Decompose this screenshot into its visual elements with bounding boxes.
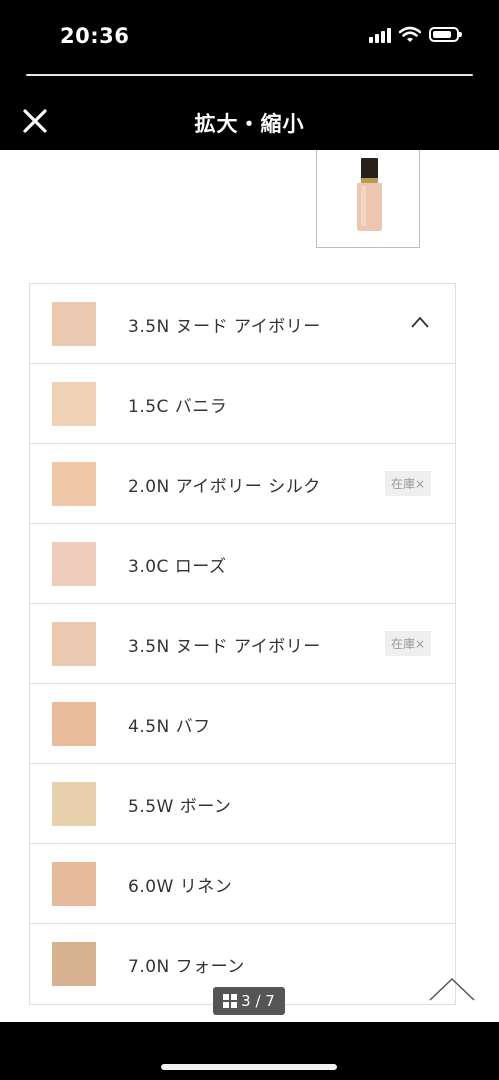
shade-option[interactable]: 5.5W ボーン (30, 764, 455, 844)
home-indicator (161, 1064, 337, 1070)
out-of-stock-badge: 在庫× (384, 471, 431, 496)
shade-label: 7.0N フォーン (128, 957, 245, 977)
selected-shade-label: 3.5N ヌード アイボリー (128, 317, 321, 337)
wifi-icon (399, 26, 421, 42)
shade-swatch (52, 382, 96, 426)
selected-shade-dropdown[interactable]: 3.5N ヌード アイボリー (30, 284, 455, 364)
shade-label: 1.5C バニラ (128, 397, 228, 417)
grid-icon (223, 994, 238, 1008)
shade-label: 6.0W リネン (128, 877, 233, 897)
shade-option[interactable]: 4.5N バフ (30, 684, 455, 764)
status-icons (369, 26, 462, 43)
scroll-top-button[interactable] (428, 976, 476, 1002)
page-title: 拡大・縮小 (194, 112, 305, 136)
phone-screen: 20:36 拡大・縮小 3.5N ヌード アイボリー 1.5C バニラ 2.0N… (0, 0, 499, 1080)
shade-option[interactable]: 6.0W リネン (30, 844, 455, 924)
foundation-bottle-icon (357, 158, 382, 231)
zoom-content: 3.5N ヌード アイボリー 1.5C バニラ 2.0N アイボリー シルク 在… (0, 150, 499, 1022)
status-bar: 20:36 (0, 0, 499, 76)
shade-swatch (52, 942, 96, 986)
shade-label: 4.5N バフ (128, 717, 211, 737)
shade-swatch (52, 622, 96, 666)
page-count: 3 / 7 (241, 992, 275, 1010)
page-indicator[interactable]: 3 / 7 (213, 987, 285, 1015)
shade-option[interactable]: 3.0C ローズ (30, 524, 455, 604)
shade-option[interactable]: 3.5N ヌード アイボリー 在庫× (30, 604, 455, 684)
header-bar: 拡大・縮小 (0, 96, 499, 150)
chevron-up-icon (411, 316, 429, 328)
shade-option[interactable]: 1.5C バニラ (30, 364, 455, 444)
out-of-stock-badge: 在庫× (384, 631, 431, 656)
battery-icon (429, 27, 462, 42)
shade-option[interactable]: 2.0N アイボリー シルク 在庫× (30, 444, 455, 524)
shade-swatch (52, 542, 96, 586)
shade-swatch (52, 702, 96, 746)
shade-swatch (52, 462, 96, 506)
top-divider (26, 74, 473, 76)
shade-label: 3.5N ヌード アイボリー (128, 637, 321, 657)
product-thumbnail[interactable] (316, 150, 420, 248)
shade-label: 3.0C ローズ (128, 557, 227, 577)
shade-label: 5.5W ボーン (128, 797, 232, 817)
signal-icon (369, 27, 391, 43)
shade-swatch (52, 782, 96, 826)
chevron-up-icon (429, 977, 475, 1001)
shade-swatch (52, 862, 96, 906)
shade-list: 3.5N ヌード アイボリー 1.5C バニラ 2.0N アイボリー シルク 在… (29, 283, 456, 1005)
shade-label: 2.0N アイボリー シルク (128, 477, 321, 497)
selected-shade-swatch (52, 302, 96, 346)
status-time: 20:36 (60, 24, 130, 48)
